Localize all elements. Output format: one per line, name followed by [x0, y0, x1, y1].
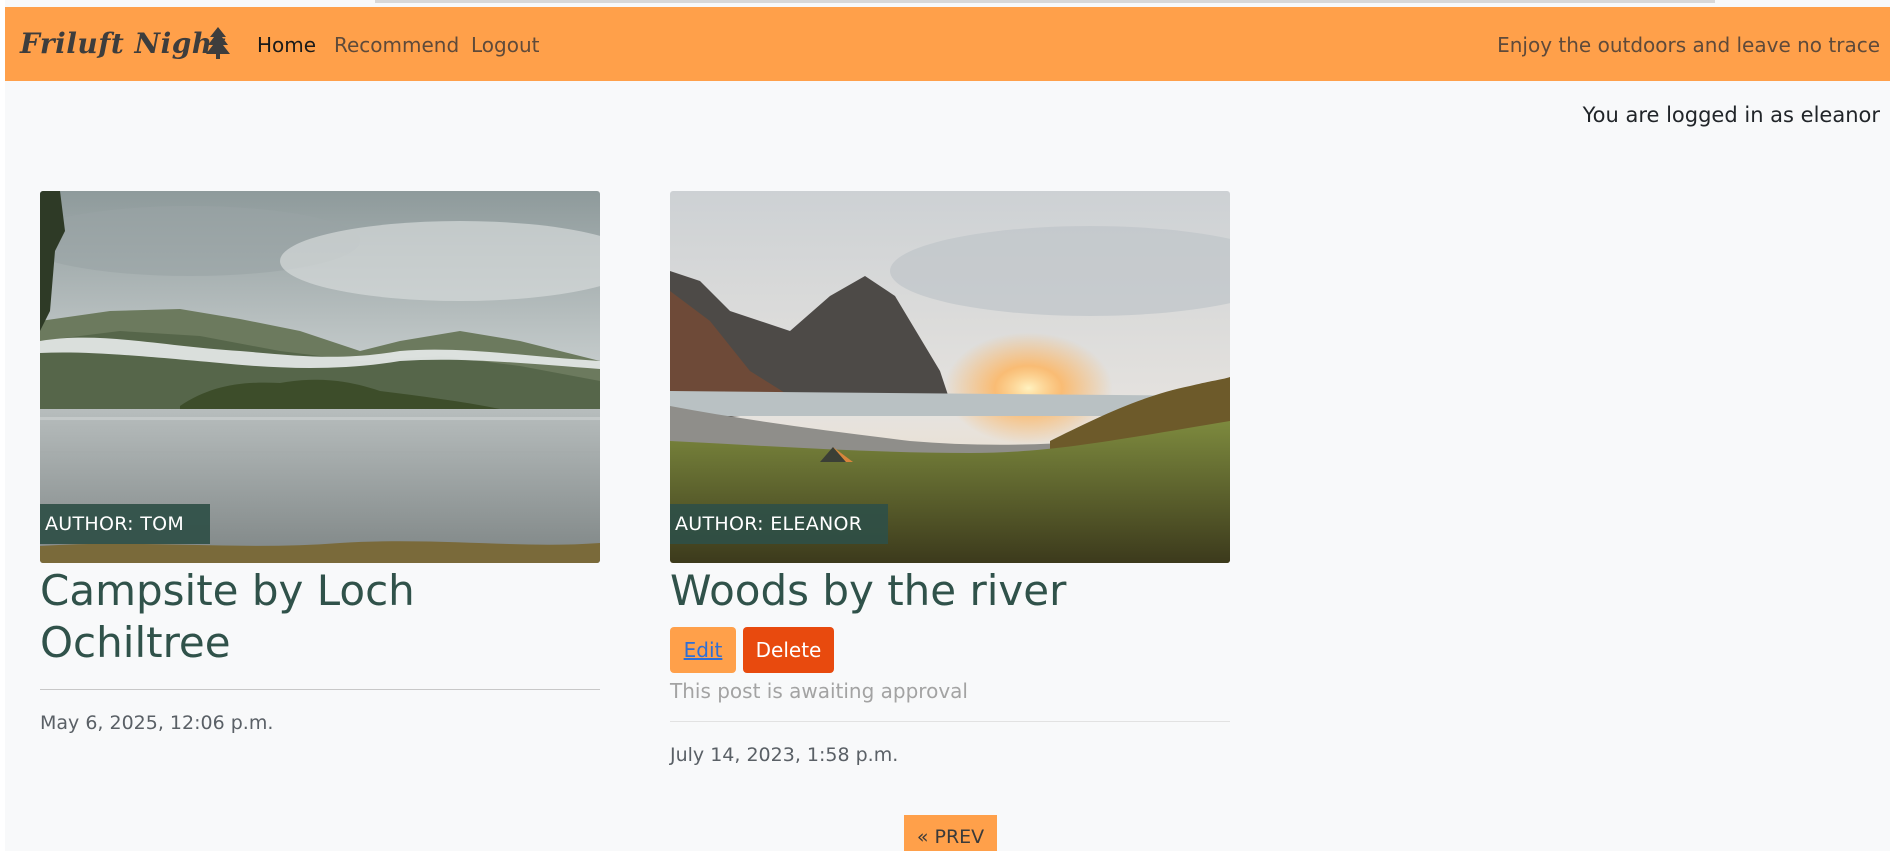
- browser-edge: [375, 0, 1715, 3]
- prev-page-button[interactable]: « PREV: [904, 815, 997, 851]
- delete-button[interactable]: Delete: [743, 627, 834, 673]
- edit-button[interactable]: Edit: [670, 627, 736, 673]
- approval-status: This post is awaiting approval: [670, 679, 968, 703]
- post-date: May 6, 2025, 12:06 p.m.: [40, 712, 274, 734]
- navbar: Friluft Night Home Recommend Logout Enjo…: [5, 7, 1890, 81]
- post-date: July 14, 2023, 1:58 p.m.: [670, 744, 899, 766]
- post-card: AUTHOR: TOM Campsite by Loch Ochiltree M…: [40, 191, 600, 734]
- divider: [670, 721, 1230, 722]
- tree-icon: [206, 27, 230, 59]
- divider: [40, 689, 600, 690]
- nav-home-link[interactable]: Home: [257, 33, 316, 57]
- page: Friluft Night Home Recommend Logout Enjo…: [5, 0, 1890, 851]
- nav-logout-link[interactable]: Logout: [471, 33, 539, 57]
- nav-recommend-link[interactable]: Recommend: [334, 33, 459, 57]
- author-badge: AUTHOR: TOM: [40, 504, 211, 544]
- author-badge: AUTHOR: ELEANOR: [670, 504, 889, 544]
- logged-in-status: You are logged in as eleanor: [1582, 103, 1880, 127]
- post-image[interactable]: AUTHOR: ELEANOR: [670, 191, 1230, 563]
- post-actions: Edit Delete: [670, 627, 1230, 673]
- post-title[interactable]: Campsite by Loch Ochiltree: [40, 565, 600, 669]
- post-card: AUTHOR: ELEANOR Woods by the river Edit …: [670, 191, 1230, 766]
- post-title[interactable]: Woods by the river: [670, 565, 1230, 617]
- site-tagline: Enjoy the outdoors and leave no trace: [1497, 33, 1880, 57]
- brand-logo[interactable]: Friluft Night: [20, 27, 226, 60]
- post-image[interactable]: AUTHOR: TOM: [40, 191, 600, 563]
